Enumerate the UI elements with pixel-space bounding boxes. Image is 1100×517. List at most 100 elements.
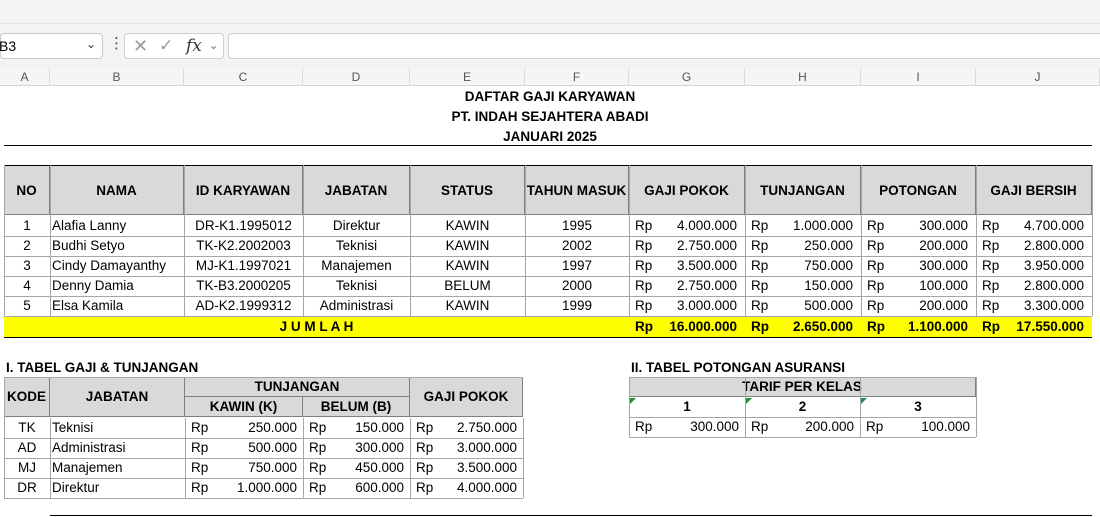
cell-jabatan[interactable]: Administrasi [303, 296, 410, 316]
cell-potongan[interactable]: 200.000 [881, 296, 968, 316]
cell-tahun[interactable]: 2002 [525, 236, 629, 256]
cell-belum[interactable]: 300.000 [325, 438, 404, 458]
chevron-down-icon[interactable]: ⌄ [86, 37, 96, 51]
more-options-icon[interactable]: ⋮ [109, 36, 124, 51]
column-header-f[interactable]: F [525, 68, 629, 86]
total-gaji[interactable]: 16.000.000 [649, 317, 737, 337]
class-label: 2 [798, 399, 807, 414]
total-tunjangan[interactable]: 2.650.000 [765, 317, 853, 337]
cell-gaji[interactable]: 3.500.000 [649, 256, 737, 276]
cell-gaji[interactable]: 2.750.000 [649, 236, 737, 256]
column-header-i[interactable]: I [861, 68, 976, 86]
cell-jabatan[interactable]: Administrasi [52, 438, 183, 458]
cell-jabatan[interactable]: Manajemen [303, 256, 410, 276]
cell-potongan[interactable]: 100.000 [881, 276, 968, 296]
cell-belum[interactable]: 600.000 [325, 478, 404, 498]
cell-nama[interactable]: Alafia Lanny [52, 216, 182, 236]
cell-tahun[interactable]: 1997 [525, 256, 629, 276]
cell-gaji[interactable]: 3.000.000 [432, 438, 517, 458]
cell-kode[interactable]: AD [4, 438, 50, 458]
header-gaji-bersih: GAJI BERSIH [976, 166, 1092, 215]
cell-tarif[interactable]: 200.000 [767, 417, 854, 437]
cell-bersih[interactable]: 2.800.000 [996, 276, 1084, 296]
column-header-c[interactable]: C [184, 68, 303, 86]
cell-gaji[interactable]: 3.500.000 [432, 458, 517, 478]
cancel-icon[interactable]: ✕ [133, 36, 148, 57]
cell-id[interactable]: TK-B3.2000205 [184, 276, 303, 296]
cell-nama[interactable]: Elsa Kamila [52, 296, 182, 316]
cell-tunjangan[interactable]: 500.000 [765, 296, 853, 316]
cell-tahun[interactable]: 1995 [525, 216, 629, 236]
cell-bersih[interactable]: 3.950.000 [996, 256, 1084, 276]
error-indicator-icon [630, 398, 636, 404]
column-header-e[interactable]: E [410, 68, 525, 86]
cell-tarif[interactable]: 100.000 [882, 417, 970, 437]
cell-kode[interactable]: MJ [4, 458, 50, 478]
cell-belum[interactable]: 150.000 [325, 418, 404, 438]
cell-jabatan[interactable]: Teknisi [52, 418, 183, 438]
cell-tunjangan[interactable]: 150.000 [765, 276, 853, 296]
cell-tunjangan[interactable]: 1.000.000 [765, 216, 853, 236]
cell-potongan[interactable]: 300.000 [881, 256, 968, 276]
total-potongan[interactable]: 1.100.000 [881, 317, 968, 337]
cell-jabatan[interactable]: Direktur [52, 478, 183, 498]
cell-kawin[interactable]: 250.000 [207, 418, 297, 438]
cell-nama[interactable]: Denny Damia [52, 276, 182, 296]
cell-jabatan[interactable]: Teknisi [303, 236, 410, 256]
cell-kawin[interactable]: 1.000.000 [207, 478, 297, 498]
cell-bersih[interactable]: 2.800.000 [996, 236, 1084, 256]
cell-id[interactable]: MJ-K1.1997021 [184, 256, 303, 276]
column-header-b[interactable]: B [50, 68, 184, 86]
cell-potongan[interactable]: 200.000 [881, 236, 968, 256]
cell-no[interactable]: 3 [4, 256, 50, 276]
column-header-g[interactable]: G [629, 68, 745, 86]
cell-no[interactable]: 5 [4, 296, 50, 316]
column-header-d[interactable]: D [303, 68, 410, 86]
cell-status[interactable]: KAWIN [410, 236, 525, 256]
cell-no[interactable]: 1 [4, 216, 50, 236]
check-icon[interactable]: ✓ [159, 36, 173, 56]
cell-status[interactable]: KAWIN [410, 256, 525, 276]
cell-tahun[interactable]: 2000 [525, 276, 629, 296]
cell-gaji[interactable]: 2.750.000 [432, 418, 517, 438]
column-header-j[interactable]: J [976, 68, 1100, 86]
cell-status[interactable]: KAWIN [410, 296, 525, 316]
cell-gaji[interactable]: 2.750.000 [649, 276, 737, 296]
formula-input[interactable] [228, 33, 1100, 59]
name-box[interactable]: B3 ⌄ [0, 33, 103, 59]
column-header-h[interactable]: H [745, 68, 861, 86]
cell-id[interactable]: TK-K2.2002003 [184, 236, 303, 256]
total-bersih[interactable]: 17.550.000 [996, 317, 1084, 337]
cell-id[interactable]: AD-K2.1999312 [184, 296, 303, 316]
cell-potongan[interactable]: 300.000 [881, 216, 968, 236]
chevron-down-icon[interactable]: ⌄ [209, 39, 218, 52]
cell-kode[interactable]: TK [4, 418, 50, 438]
cell-tunjangan[interactable]: 250.000 [765, 236, 853, 256]
cell-no[interactable]: 2 [4, 236, 50, 256]
insert-function-icon[interactable]: fx [186, 36, 202, 56]
cell-belum[interactable]: 450.000 [325, 458, 404, 478]
cell-nama[interactable]: Cindy Damayanthy [52, 256, 182, 276]
cell-gaji[interactable]: 4.000.000 [649, 216, 737, 236]
cell-bersih[interactable]: 3.300.000 [996, 296, 1084, 316]
cell-jabatan[interactable]: Direktur [303, 216, 410, 236]
cell-kawin[interactable]: 500.000 [207, 438, 297, 458]
cell-jabatan[interactable]: Manajemen [52, 458, 183, 478]
cell-nama[interactable]: Budhi Setyo [52, 236, 182, 256]
cell-id[interactable]: DR-K1.1995012 [184, 216, 303, 236]
cell-jabatan[interactable]: Teknisi [303, 276, 410, 296]
column-header-a[interactable]: A [0, 68, 50, 86]
cell-kawin[interactable]: 750.000 [207, 458, 297, 478]
total-label: J U M L A H [279, 319, 354, 334]
sheet-grid[interactable]: DAFTAR GAJI KARYAWAN PT. INDAH SEJAHTERA … [0, 86, 1100, 517]
cell-no[interactable]: 4 [4, 276, 50, 296]
cell-tarif[interactable]: 300.000 [651, 417, 739, 437]
cell-status[interactable]: KAWIN [410, 216, 525, 236]
cell-tahun[interactable]: 1999 [525, 296, 629, 316]
cell-status[interactable]: BELUM [410, 276, 525, 296]
cell-gaji[interactable]: 4.000.000 [432, 478, 517, 498]
cell-bersih[interactable]: 4.700.000 [996, 216, 1084, 236]
cell-gaji[interactable]: 3.000.000 [649, 296, 737, 316]
cell-tunjangan[interactable]: 750.000 [765, 256, 853, 276]
cell-kode[interactable]: DR [4, 478, 50, 498]
